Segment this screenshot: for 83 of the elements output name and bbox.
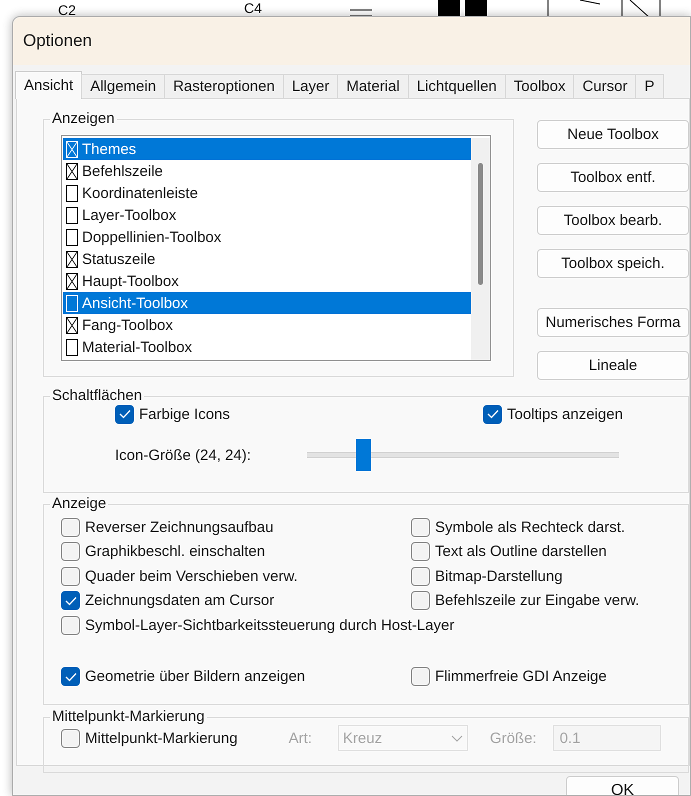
tab[interactable]: P [635, 74, 664, 98]
group-title: Mittelpunkt-Markierung [51, 709, 206, 725]
check-icon [64, 596, 76, 606]
checkbox[interactable] [66, 316, 78, 334]
checkbox[interactable] [411, 591, 430, 610]
checkbox[interactable] [66, 206, 78, 224]
checkbox[interactable] [411, 667, 430, 686]
checkbox-label: Bitmap-Darstellung [435, 568, 563, 584]
list-item-label: Ansicht-Toolbox [82, 294, 188, 312]
checkbox-label: Zeichnungsdaten am Cursor [85, 592, 274, 609]
list-item-label: Themes [82, 140, 136, 158]
list-item[interactable]: Themes [63, 138, 471, 160]
toolbox-button[interactable]: Lineale [537, 351, 689, 380]
list-item[interactable]: Material-Toolbox [63, 336, 471, 358]
checkbox-label: Symbol-Layer-Sichtbarkeitssteuerung durch Host-Layer [85, 616, 454, 634]
list-item[interactable]: Doppellinien-Toolbox [63, 226, 471, 248]
list-item[interactable]: Statuszeile [63, 248, 471, 270]
list-item[interactable]: Fang-Toolbox [63, 314, 471, 336]
slider-label: Icon-Größe (24, 24): [115, 446, 251, 464]
list-item[interactable]: Haupt-Toolbox [63, 270, 471, 292]
toolbox-button[interactable]: Neue Toolbox [537, 120, 689, 149]
list-item-label: Statuszeile [82, 250, 156, 268]
list-item-label: Doppellinien-Toolbox [82, 228, 222, 246]
list-item-label: Layer-Toolbox [82, 206, 176, 224]
checkbox[interactable] [483, 404, 502, 424]
check-icon [118, 409, 130, 419]
checkbox-label: Symbole als Rechteck darst. [435, 518, 626, 536]
list-item[interactable]: Koordinatenleiste [63, 182, 471, 204]
slider-thumb[interactable] [356, 439, 372, 471]
checkbox-label: Geometrie über Bildern anzeigen [85, 668, 306, 685]
checkbox-label: Mittelpunkt-Markierung [85, 730, 238, 746]
checkbox[interactable] [61, 667, 80, 686]
list-item-label: Material-Toolbox [82, 338, 192, 356]
checkbox[interactable] [66, 338, 78, 356]
checkbox-label: Text als Outline darstellen [435, 543, 607, 560]
checkbox-label: Farbige Icons [139, 406, 230, 422]
checkbox[interactable] [66, 250, 78, 268]
checkbox[interactable] [115, 404, 134, 424]
checkbox[interactable] [61, 518, 80, 536]
chevron-down-icon [450, 734, 463, 742]
toolbox-button[interactable]: Numerisches Forma [537, 308, 689, 337]
checkbox[interactable] [61, 591, 80, 610]
checkbox[interactable] [61, 542, 80, 561]
checkbox-label: Graphikbeschl. einschalten [85, 543, 266, 560]
scrollbar[interactable] [471, 138, 490, 360]
ok-button[interactable]: OK [566, 776, 679, 795]
list-item-label: Koordinatenleiste [82, 184, 198, 202]
group-title: Schaltflächen [51, 388, 144, 404]
field-label: Art: [288, 730, 312, 746]
checkbox[interactable] [411, 518, 430, 536]
toolbox-button[interactable]: Toolbox speich. [537, 249, 689, 278]
window-title: Optionen [13, 17, 690, 65]
checkbox[interactable] [66, 184, 78, 202]
checkbox[interactable] [411, 542, 430, 561]
list-item-label: Haupt-Toolbox [82, 272, 179, 290]
group-title: Anzeigen [51, 111, 116, 127]
checkbox[interactable] [66, 272, 78, 290]
checkbox[interactable] [61, 728, 80, 748]
component-label: C4 [244, 0, 262, 16]
checkbox-label: Tooltips anzeigen [507, 406, 623, 422]
checkbox-label: Befehlszeile zur Eingabe verw. [435, 592, 640, 609]
checkbox[interactable] [66, 228, 78, 246]
tab[interactable]: Ansicht [15, 71, 82, 99]
toolbox-button[interactable]: Toolbox bearb. [537, 206, 689, 235]
list-item[interactable]: Layer-Toolbox [63, 204, 471, 226]
tab[interactable]: Allgemein [81, 74, 166, 98]
component-label: C2 [58, 2, 76, 18]
checkbox-label: Flimmerfreie GDI Anzeige [435, 668, 607, 685]
list-item-label: Befehlszeile [82, 162, 163, 180]
group-title: Anzeige [51, 496, 108, 512]
field-label: Größe: [490, 730, 537, 746]
checkbox[interactable] [61, 616, 80, 634]
checkbox-label: Reverser Zeichnungsaufbau [85, 518, 274, 536]
check-icon [64, 672, 76, 682]
list-item[interactable]: Befehlszeile [63, 160, 471, 182]
checkbox[interactable] [61, 566, 80, 586]
checkbox[interactable] [411, 566, 430, 586]
list-item[interactable]: Ansicht-Toolbox [63, 292, 471, 314]
toolbox-button[interactable]: Toolbox entf. [537, 163, 689, 192]
list-item-label: Fang-Toolbox [82, 316, 173, 334]
check-icon [486, 409, 498, 419]
checkbox-label: Quader beim Verschieben verw. [85, 568, 298, 584]
checkbox[interactable] [66, 162, 78, 180]
